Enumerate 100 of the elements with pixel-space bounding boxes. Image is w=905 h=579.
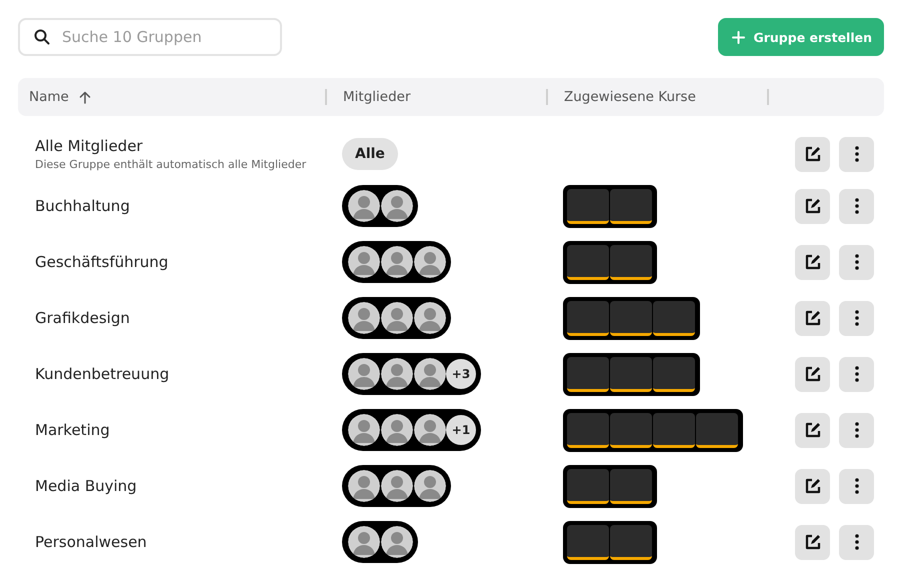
avatar-icon [413,469,447,503]
more-options-button[interactable] [839,468,874,504]
avatar-icon [347,245,381,279]
course-thumbnail [610,412,652,448]
member-avatars[interactable]: +3 [342,353,481,395]
course-thumbnail [567,244,609,280]
edit-icon [804,197,822,215]
edit-icon [804,421,822,439]
member-avatars[interactable] [342,185,418,227]
avatar-icon [413,301,447,335]
avatar-icon [413,245,447,279]
avatar-icon [380,469,414,503]
avatar-icon [347,413,381,447]
member-avatars[interactable] [342,241,451,283]
plus-icon [732,30,746,44]
edit-button[interactable] [795,468,830,504]
group-name: Grafikdesign [35,309,131,327]
course-thumbnail [696,412,738,448]
avatar-icon [380,301,414,335]
group-name: Buchhaltung [35,197,131,215]
avatar-icon [380,189,414,223]
course-thumbnails[interactable] [563,464,657,508]
more-options-icon [854,254,858,270]
more-options-button[interactable] [839,356,874,392]
member-avatars[interactable]: +1 [342,409,481,451]
search-field[interactable]: Suche 10 Gruppen [18,18,282,56]
avatar-icon [413,357,447,391]
edit-button[interactable] [795,412,830,448]
group-name: Marketing [35,421,111,439]
member-avatars[interactable] [342,465,451,507]
more-options-icon [854,366,858,382]
course-thumbnail [610,356,652,392]
course-thumbnail [653,412,695,448]
more-options-icon [854,146,858,162]
avatar-icon [380,357,414,391]
all-members-badge: Alle [342,138,398,170]
edit-button[interactable] [795,356,830,392]
edit-icon [804,253,822,271]
course-thumbnails[interactable] [563,296,700,340]
avatar-icon [413,413,447,447]
course-thumbnail [610,188,652,224]
edit-icon [804,533,822,551]
more-options-button[interactable] [839,300,874,336]
avatar-icon [380,245,414,279]
more-options-button[interactable] [839,244,874,280]
more-options-button[interactable] [839,412,874,448]
group-name: Personalwesen [35,533,148,551]
more-options-icon [854,198,858,214]
arrow-up-icon[interactable] [78,90,91,104]
course-thumbnails[interactable] [563,184,657,228]
column-header[interactable]: Mitglieder [343,89,410,105]
course-thumbnail [567,412,609,448]
more-options-button[interactable] [839,188,874,224]
course-thumbnails[interactable] [563,352,700,396]
avatar-icon [380,413,414,447]
member-avatars[interactable] [342,521,418,563]
course-thumbnail [610,300,652,336]
more-options-icon [854,310,858,326]
group-description: Diese Gruppe enthält automatisch alle Mitglieder [35,158,308,171]
edit-icon [804,309,822,327]
column-header[interactable]: Zugewiesene Kurse [564,89,696,105]
course-thumbnail [653,356,695,392]
course-thumbnail [567,356,609,392]
more-options-icon [854,422,858,438]
course-thumbnails[interactable] [563,520,657,564]
course-thumbnail [567,188,609,224]
course-thumbnail [610,244,652,280]
course-thumbnails[interactable] [563,240,657,284]
edit-button[interactable] [795,136,830,172]
avatar-icon [347,301,381,335]
avatar-icon [380,525,414,559]
group-name: Geschäftsführung [35,253,170,271]
edit-icon [804,477,822,495]
more-options-button[interactable] [839,524,874,560]
course-thumbnails[interactable] [563,408,743,452]
member-avatars[interactable] [342,297,451,339]
course-thumbnail [653,300,695,336]
avatar-icon [347,189,381,223]
course-thumbnail [610,524,652,560]
course-thumbnail [567,524,609,560]
group-name: Kundenbetreuung [35,365,170,383]
more-options-button[interactable] [839,136,874,172]
avatar-icon [347,525,381,559]
edit-button[interactable] [795,244,830,280]
more-options-icon [854,478,858,494]
more-options-icon [854,534,858,550]
avatar-icon [347,357,381,391]
edit-button[interactable] [795,188,830,224]
column-header[interactable]: Name [29,89,69,105]
course-thumbnail [567,468,609,504]
edit-button[interactable] [795,524,830,560]
avatar-icon [347,469,381,503]
edit-icon [804,145,822,163]
course-thumbnail [610,468,652,504]
group-name: Media Buying [35,477,138,495]
edit-button[interactable] [795,300,830,336]
more-members-count: +1 [446,415,476,445]
edit-icon [804,365,822,383]
group-name: Alle Mitglieder [35,137,144,155]
more-members-count: +3 [446,359,476,389]
